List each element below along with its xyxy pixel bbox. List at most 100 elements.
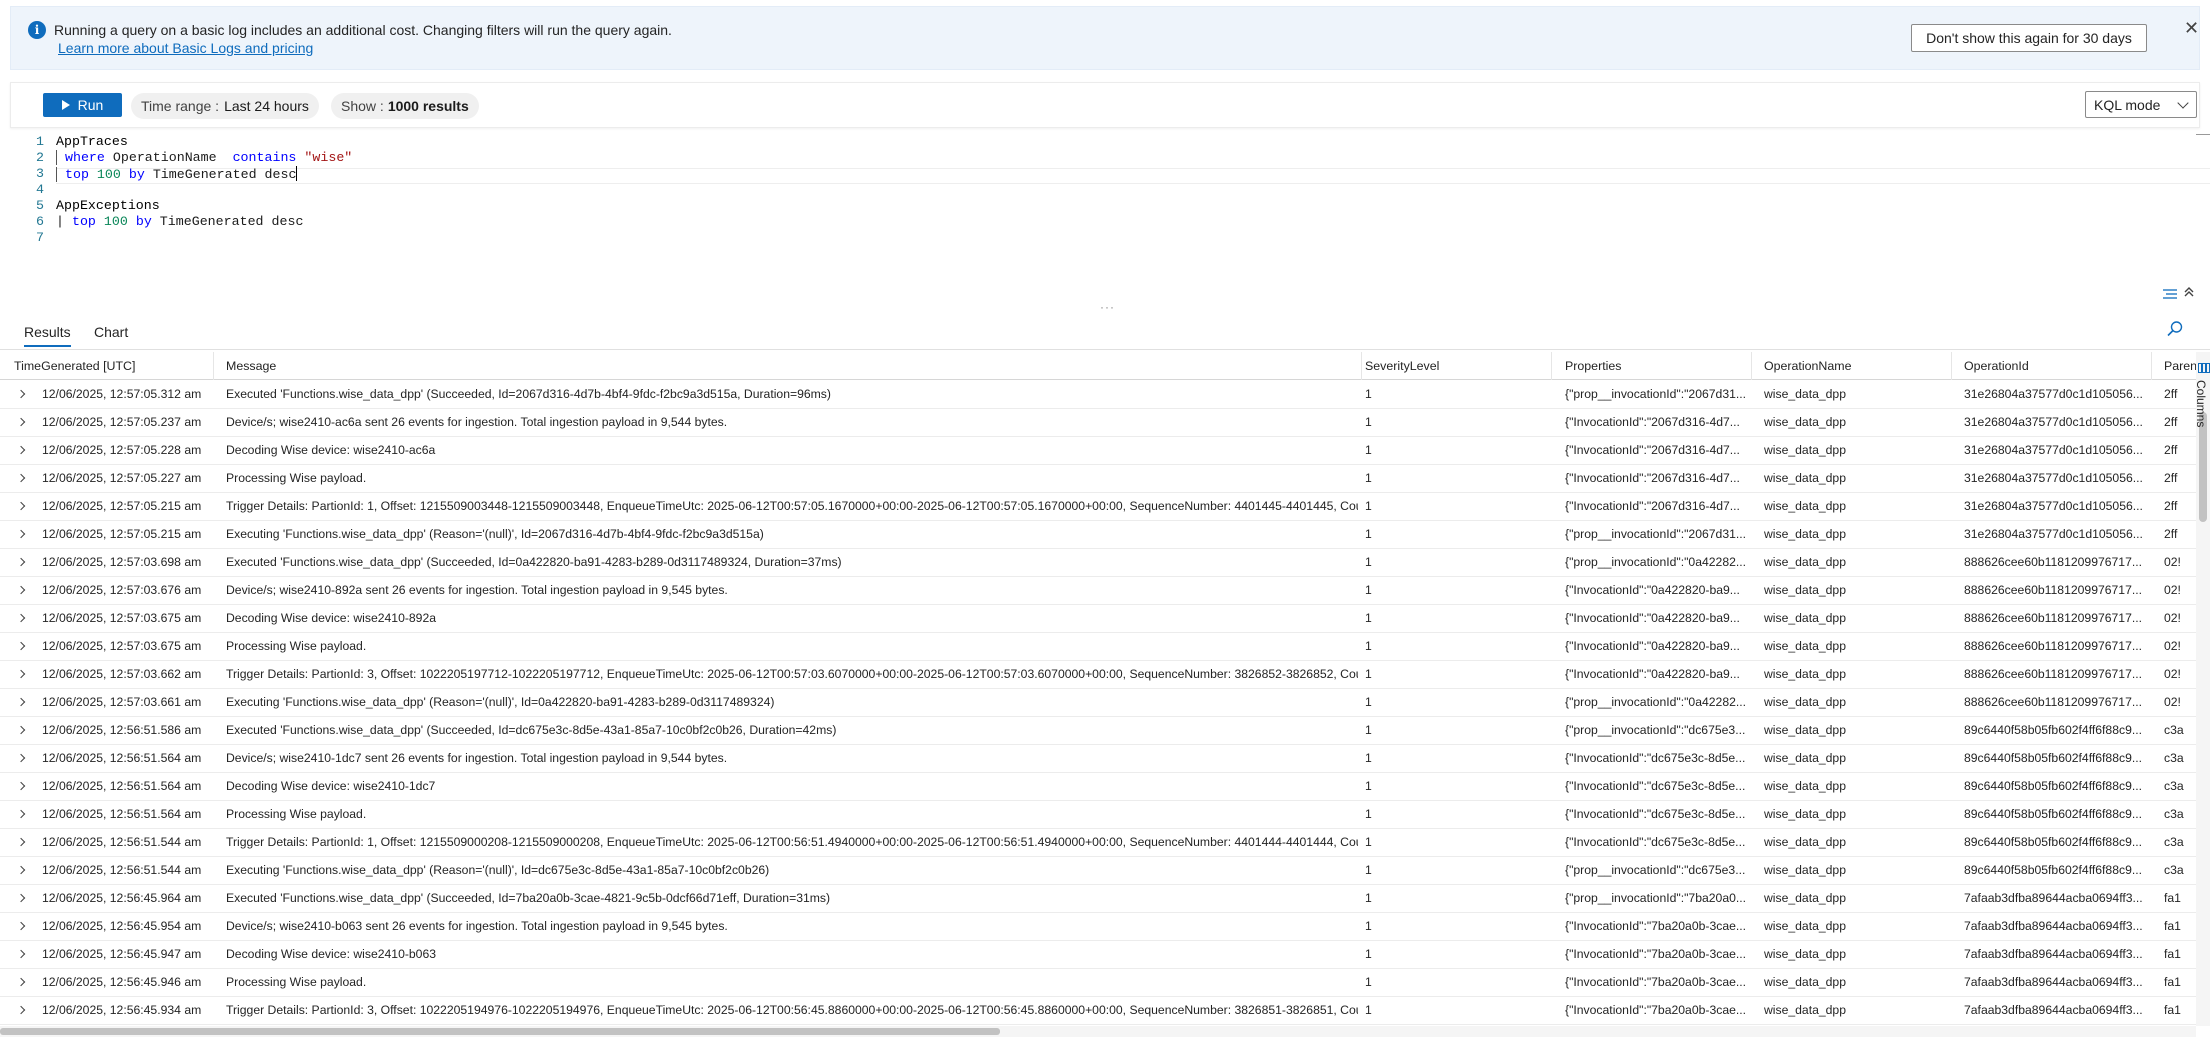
- table-row[interactable]: 12/06/2025, 12:56:45.954 am Device/s; wis…: [0, 913, 2196, 941]
- cell-message: Executing 'Functions.wise_data_dpp' (Rea…: [226, 695, 775, 709]
- column-header-timegenerated[interactable]: TimeGenerated [UTC]: [0, 352, 214, 380]
- table-row[interactable]: 12/06/2025, 12:57:05.237 am Device/s; wis…: [0, 409, 2196, 437]
- column-header-operationid[interactable]: OperationId: [1952, 352, 2152, 380]
- collapse-editor-icon[interactable]: [2183, 286, 2195, 298]
- column-header-operationname[interactable]: OperationName: [1752, 352, 1952, 380]
- chevron-right-icon[interactable]: [16, 669, 26, 679]
- cell-operationid: 89c6440f58b05fb602f4ff6f88c9...: [1964, 779, 2143, 793]
- chevron-right-icon[interactable]: [16, 865, 26, 875]
- table-row[interactable]: 12/06/2025, 12:56:45.946 am Processing Wi…: [0, 969, 2196, 997]
- vertical-scrollbar[interactable]: [2196, 352, 2210, 1026]
- cell-operationid: 888626cee60b1181209976717...: [1964, 695, 2143, 709]
- chevron-right-icon[interactable]: [16, 417, 26, 427]
- cell-timegenerated: 12/06/2025, 12:57:05.215 am: [42, 527, 202, 541]
- word-wrap-icon[interactable]: [2162, 288, 2178, 300]
- table-row[interactable]: 12/06/2025, 12:57:05.228 am Decoding Wise…: [0, 437, 2196, 465]
- chevron-right-icon[interactable]: [16, 921, 26, 931]
- tab-results[interactable]: Results: [24, 324, 71, 347]
- cell-message: Executed 'Functions.wise_data_dpp' (Succ…: [226, 555, 842, 569]
- cell-operationname: wise_data_dpp: [1764, 667, 1846, 681]
- cell-operationid: 31e26804a37577d0c1d105056...: [1964, 527, 2143, 541]
- cell-properties: {"InvocationId":"7ba20a0b-3cae...: [1565, 947, 1745, 961]
- horizontal-scrollbar[interactable]: [0, 1026, 2196, 1037]
- table-row[interactable]: 12/06/2025, 12:56:45.934 am Trigger Detai…: [0, 997, 2196, 1025]
- table-row[interactable]: 12/06/2025, 12:56:51.586 am Executed 'Fun…: [0, 717, 2196, 745]
- cell-parent: 02!: [2164, 583, 2181, 597]
- chevron-right-icon[interactable]: [16, 893, 26, 903]
- table-row[interactable]: 12/06/2025, 12:57:05.227 am Processing Wi…: [0, 465, 2196, 493]
- table-row[interactable]: 12/06/2025, 12:56:51.564 am Device/s; wis…: [0, 745, 2196, 773]
- close-icon[interactable]: ✕: [2184, 19, 2199, 37]
- columns-panel-toggle[interactable]: Columns: [2194, 380, 2208, 427]
- chevron-right-icon[interactable]: [16, 725, 26, 735]
- editor-resize-handle[interactable]: ···: [1100, 300, 1115, 314]
- cell-parent: 02!: [2164, 667, 2181, 681]
- cell-timegenerated: 12/06/2025, 12:57:03.675 am: [42, 639, 202, 653]
- table-row[interactable]: 12/06/2025, 12:57:05.215 am Executing 'Fu…: [0, 521, 2196, 549]
- scrollbar-thumb[interactable]: [0, 1028, 1000, 1035]
- table-row[interactable]: 12/06/2025, 12:56:45.964 am Executed 'Fun…: [0, 885, 2196, 913]
- cell-parent: 02!: [2164, 695, 2181, 709]
- chevron-right-icon[interactable]: [16, 781, 26, 791]
- cell-operationid: 31e26804a37577d0c1d105056...: [1964, 387, 2143, 401]
- chevron-right-icon[interactable]: [16, 837, 26, 847]
- column-header-severitylevel[interactable]: SeverityLevel: [1362, 352, 1552, 380]
- show-results-picker[interactable]: Show : 1000 results: [331, 93, 479, 119]
- search-icon[interactable]: [2166, 320, 2184, 338]
- table-row[interactable]: 12/06/2025, 12:56:51.564 am Processing Wi…: [0, 801, 2196, 829]
- chevron-right-icon[interactable]: [16, 445, 26, 455]
- chevron-right-icon[interactable]: [16, 809, 26, 819]
- cell-parent: 2ff: [2164, 471, 2178, 485]
- column-header-properties[interactable]: Properties: [1552, 352, 1752, 380]
- table-row[interactable]: 12/06/2025, 12:56:51.564 am Decoding Wise…: [0, 773, 2196, 801]
- table-row[interactable]: 12/06/2025, 12:57:03.698 am Executed 'Fun…: [0, 549, 2196, 577]
- learn-more-link[interactable]: Learn more about Basic Logs and pricing: [58, 40, 313, 56]
- cell-parent: c3a: [2164, 723, 2184, 737]
- time-range-picker[interactable]: Time range : Last 24 hours: [131, 93, 319, 119]
- cell-operationname: wise_data_dpp: [1764, 919, 1846, 933]
- cell-parent: 2ff: [2164, 415, 2178, 429]
- cell-severitylevel: 1: [1365, 779, 1372, 793]
- scrollbar-thumb[interactable]: [2199, 412, 2207, 522]
- table-row[interactable]: 12/06/2025, 12:57:03.675 am Decoding Wise…: [0, 605, 2196, 633]
- run-button[interactable]: Run: [43, 93, 122, 117]
- chevron-right-icon[interactable]: [16, 389, 26, 399]
- chevron-right-icon[interactable]: [16, 501, 26, 511]
- table-row[interactable]: 12/06/2025, 12:57:03.662 am Trigger Detai…: [0, 661, 2196, 689]
- table-row[interactable]: 12/06/2025, 12:57:03.675 am Processing Wi…: [0, 633, 2196, 661]
- chevron-right-icon[interactable]: [16, 949, 26, 959]
- chevron-right-icon[interactable]: [16, 529, 26, 539]
- table-row[interactable]: 12/06/2025, 12:57:05.215 am Trigger Detai…: [0, 493, 2196, 521]
- table-row[interactable]: 12/06/2025, 12:56:51.544 am Trigger Detai…: [0, 829, 2196, 857]
- kql-mode-select[interactable]: KQL mode: [2085, 91, 2197, 118]
- cell-severitylevel: 1: [1365, 443, 1372, 457]
- table-row[interactable]: 12/06/2025, 12:57:03.661 am Executing 'Fu…: [0, 689, 2196, 717]
- cell-operationname: wise_data_dpp: [1764, 639, 1846, 653]
- line-number: 5: [36, 198, 44, 213]
- cell-properties: {"InvocationId":"0a422820-ba9...: [1565, 611, 1740, 625]
- column-header-parent[interactable]: Paren: [2152, 352, 2196, 380]
- query-editor[interactable]: 1 2 3 4 5 6 7 AppTraces where OperationN…: [0, 132, 2210, 302]
- tab-chart[interactable]: Chart: [94, 324, 128, 340]
- table-row[interactable]: 12/06/2025, 12:56:51.544 am Executing 'Fu…: [0, 857, 2196, 885]
- keyword-by: by: [135, 214, 152, 229]
- table-row[interactable]: 12/06/2025, 12:56:45.947 am Decoding Wise…: [0, 941, 2196, 969]
- column-header-message[interactable]: Message: [214, 352, 1362, 380]
- time-range-value: Last 24 hours: [224, 98, 309, 114]
- chevron-right-icon[interactable]: [16, 1005, 26, 1015]
- columns-icon[interactable]: [2198, 363, 2210, 373]
- chevron-right-icon[interactable]: [16, 473, 26, 483]
- chevron-right-icon[interactable]: [16, 585, 26, 595]
- chevron-right-icon[interactable]: [16, 753, 26, 763]
- table-row[interactable]: 12/06/2025, 12:57:03.676 am Device/s; wis…: [0, 577, 2196, 605]
- chevron-right-icon[interactable]: [16, 697, 26, 707]
- chevron-right-icon[interactable]: [16, 977, 26, 987]
- cell-parent: fa1: [2164, 1003, 2181, 1017]
- table-row[interactable]: 12/06/2025, 12:57:05.312 am Executed 'Fun…: [0, 381, 2196, 409]
- chevron-right-icon[interactable]: [16, 641, 26, 651]
- cell-timegenerated: 12/06/2025, 12:56:51.544 am: [42, 835, 202, 849]
- chevron-right-icon[interactable]: [16, 557, 26, 567]
- dont-show-again-button[interactable]: Don't show this again for 30 days: [1911, 24, 2147, 52]
- chevron-right-icon[interactable]: [16, 613, 26, 623]
- table-name: AppExceptions: [56, 198, 160, 213]
